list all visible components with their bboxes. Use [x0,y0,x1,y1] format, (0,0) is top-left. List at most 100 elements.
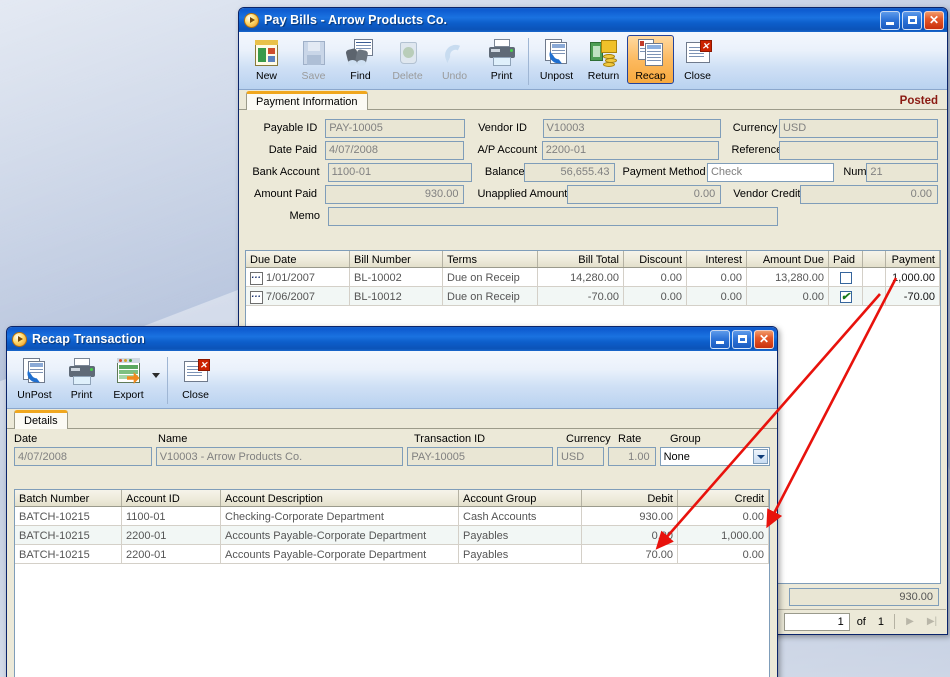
next-page-icon[interactable]: ▶ [900,612,920,631]
ap-account-field[interactable]: 2200-01 [541,140,720,160]
cell-credit[interactable]: 1,000.00 [678,526,769,544]
payment-method-field[interactable]: Check [706,162,835,182]
checkbox-checked-icon[interactable]: ✔ [839,291,852,303]
recap-currency-field[interactable]: USD [556,447,605,466]
amount-paid-field[interactable]: 930.00 [325,184,465,204]
cell-amount-due[interactable]: 13,280.00 [747,268,829,286]
minimize-icon[interactable] [710,329,730,349]
tab-details[interactable]: Details [14,410,68,429]
toolbar-button-export[interactable]: Export [105,354,152,403]
reference-field[interactable] [779,140,938,160]
column-header-paid[interactable]: Paid [829,251,863,267]
table-row[interactable]: BATCH-10215 2200-01 Accounts Payable-Cor… [15,526,769,545]
cell-bill-number[interactable]: BL-10012 [350,287,443,305]
cell-terms[interactable]: Due on Receip [443,268,538,286]
row-detail-ellipsis-icon[interactable]: ... [250,271,263,285]
toolbar-button-print[interactable]: Print [478,35,525,84]
pay-bills-toolbar[interactable]: New Save Find Delete Undo Print Unpost R… [239,32,947,90]
minimize-icon[interactable] [880,10,900,30]
table-row[interactable]: BATCH-10215 1100-01 Checking-Corporate D… [15,507,769,526]
column-header-payment[interactable]: Payment [886,251,940,267]
vendor-id-field[interactable]: V10003 [542,118,721,138]
cell-bill-total[interactable]: 14,280.00 [538,268,624,286]
cell-terms[interactable]: Due on Receip [443,287,538,305]
recap-transaction-window[interactable]: Recap Transaction ✕ UnPost Print Export … [6,326,778,677]
recap-rate-field[interactable]: 1.00 [608,447,656,466]
close-icon[interactable]: ✕ [924,10,944,30]
column-header-account-id[interactable]: Account ID [122,490,221,506]
table-row[interactable]: BATCH-10215 2200-01 Accounts Payable-Cor… [15,545,769,564]
column-header-due-date[interactable]: Due Date [246,251,350,267]
cell-batch-number[interactable]: BATCH-10215 [15,507,122,525]
bank-account-field[interactable]: 1100-01 [327,162,472,182]
column-header-batch-number[interactable]: Batch Number [15,490,122,506]
payable-id-field[interactable]: PAY-10005 [325,118,466,138]
toolbar-button-unpost[interactable]: Unpost [533,35,580,84]
cell-account-id[interactable]: 2200-01 [122,526,221,544]
cell-credit[interactable]: 0.00 [678,545,769,563]
toolbar-button-undo[interactable]: Undo [431,35,478,84]
toolbar-button-recap[interactable]: Recap [627,35,674,84]
pay-bills-tabstrip[interactable]: Payment Information Posted [239,90,947,110]
table-row[interactable]: ... 1/01/2007 BL-10002 Due on Receip 14,… [246,268,940,287]
toolbar-button-print[interactable]: Print [58,354,105,403]
column-header-credit[interactable]: Credit [678,490,769,506]
row-detail-ellipsis-icon[interactable]: ... [250,290,263,304]
column-header-bill-total[interactable]: Bill Total [538,251,624,267]
column-header-discount[interactable]: Discount [624,251,687,267]
cell-payment[interactable]: 1,000.00 [886,268,940,286]
recap-tabstrip[interactable]: Details [7,409,777,429]
num-field[interactable]: 21 [866,162,938,182]
cell-interest[interactable]: 0.00 [687,287,747,305]
currency-field[interactable]: USD [778,118,938,138]
cell-debit[interactable]: 0.00 [582,526,678,544]
cell-debit[interactable]: 70.00 [582,545,678,563]
last-page-icon[interactable]: ▶| [922,612,942,631]
recap-grid[interactable]: Batch Number Account ID Account Descript… [14,489,770,677]
cell-bill-total[interactable]: -70.00 [538,287,624,305]
recap-date-field[interactable]: 4/07/2008 [14,447,152,466]
cell-debit[interactable]: 930.00 [582,507,678,525]
cell-batch-number[interactable]: BATCH-10215 [15,526,122,544]
cell-due-date[interactable]: ... 7/06/2007 [246,287,350,305]
toolbar-button-unpost[interactable]: UnPost [11,354,58,403]
cell-payment[interactable]: -70.00 [886,287,940,305]
toolbar-button-delete[interactable]: Delete [384,35,431,84]
export-dropdown-caret-icon[interactable] [152,373,160,378]
cell-bill-number[interactable]: BL-10002 [350,268,443,286]
chevron-down-icon[interactable] [753,449,769,464]
cell-account-description[interactable]: Checking-Corporate Department [221,507,459,525]
pay-bills-window-controls[interactable]: ✕ [880,10,944,30]
cell-batch-number[interactable]: BATCH-10215 [15,545,122,563]
column-header-interest[interactable]: Interest [687,251,747,267]
cell-account-description[interactable]: Accounts Payable-Corporate Department [221,545,459,563]
cell-discount[interactable]: 0.00 [624,268,687,286]
recap-titlebar[interactable]: Recap Transaction ✕ [7,327,777,351]
column-header-bill-number[interactable]: Bill Number [350,251,443,267]
tab-payment-information[interactable]: Payment Information [246,91,368,110]
cell-account-group[interactable]: Cash Accounts [459,507,582,525]
toolbar-button-find[interactable]: Find [337,35,384,84]
recap-transaction-id-field[interactable]: PAY-10005 [407,447,553,466]
cell-paid-checkbox[interactable]: ✔ [829,287,863,305]
cell-account-id[interactable]: 2200-01 [122,545,221,563]
cell-credit[interactable]: 0.00 [678,507,769,525]
cell-interest[interactable]: 0.00 [687,268,747,286]
pay-bills-titlebar[interactable]: Pay Bills - Arrow Products Co. ✕ [239,8,947,32]
column-header-account-group[interactable]: Account Group [459,490,582,506]
date-paid-field[interactable]: 4/07/2008 [325,140,465,160]
cell-due-date[interactable]: ... 1/01/2007 [246,268,350,286]
checkbox-unchecked-icon[interactable] [839,272,852,284]
cell-account-group[interactable]: Payables [459,545,582,563]
recap-toolbar[interactable]: UnPost Print Export ✕ Close [7,351,777,409]
recap-window-controls[interactable]: ✕ [710,329,774,349]
close-icon[interactable]: ✕ [754,329,774,349]
cell-account-group[interactable]: Payables [459,526,582,544]
table-row[interactable]: ... 7/06/2007 BL-10012 Due on Receip -70… [246,287,940,306]
toolbar-button-new[interactable]: New [243,35,290,84]
page-number-input[interactable]: 1 [783,612,850,631]
column-header-account-description[interactable]: Account Description [221,490,459,506]
maximize-icon[interactable] [732,329,752,349]
cell-discount[interactable]: 0.00 [624,287,687,305]
column-header-terms[interactable]: Terms [443,251,538,267]
